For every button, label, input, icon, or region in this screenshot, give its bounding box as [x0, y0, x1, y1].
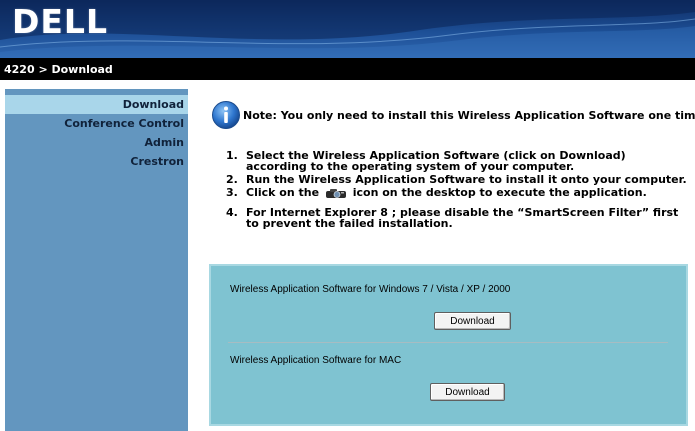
step-1: 1. Select the Wireless Application Softw…: [226, 150, 688, 172]
download-panel: Wireless Application Software for Window…: [209, 264, 688, 426]
step-text-post: icon on the desktop to execute the appli…: [352, 186, 647, 199]
breadcrumb: 4220 > Download: [0, 58, 695, 80]
step-number: 3.: [226, 186, 238, 199]
camera-icon: [325, 188, 346, 198]
step-number: 4.: [226, 205, 238, 219]
mac-download-label: Wireless Application Software for MAC: [230, 355, 402, 366]
header-banner: DELL: [0, 0, 695, 58]
divider: [228, 342, 668, 343]
note-text: Note: You only need to install this Wire…: [243, 108, 695, 122]
sidebar-item-admin[interactable]: Admin: [5, 133, 188, 152]
breadcrumb-text: 4220 > Download: [4, 63, 113, 76]
mac-download-button[interactable]: Download: [430, 383, 505, 401]
windows-download-button[interactable]: Download: [434, 312, 511, 330]
sidebar-item-crestron[interactable]: Crestron: [5, 152, 188, 171]
sidebar: Download Conference Control Admin Crestr…: [5, 89, 188, 431]
step-number: 1.: [226, 149, 238, 162]
info-icon: [212, 101, 240, 129]
step-text-pre: Click on the: [246, 186, 320, 199]
install-note: Note: You only need to install this Wire…: [211, 101, 695, 129]
sidebar-item-download[interactable]: Download: [5, 95, 188, 114]
step-body: Click on the icon on the desktop to exec…: [246, 187, 688, 199]
step-number: 2.: [226, 173, 238, 186]
install-steps: 1. Select the Wireless Application Softw…: [226, 150, 688, 231]
sidebar-item-conference-control[interactable]: Conference Control: [5, 114, 188, 133]
step-4: 4. For Internet Explorer 8 ; please disa…: [226, 207, 688, 229]
step-3: 3. Click on the icon on the desktop to e…: [226, 187, 688, 199]
step-2: 2. Run the Wireless Application Software…: [226, 174, 688, 185]
windows-download-label: Wireless Application Software for Window…: [230, 284, 511, 295]
dell-logo: DELL: [12, 2, 108, 41]
step-text: Select the Wireless Application Software…: [246, 149, 626, 173]
step-text: Run the Wireless Application Software to…: [246, 173, 687, 186]
step-text: For Internet Explorer 8 ; please disable…: [246, 205, 679, 230]
